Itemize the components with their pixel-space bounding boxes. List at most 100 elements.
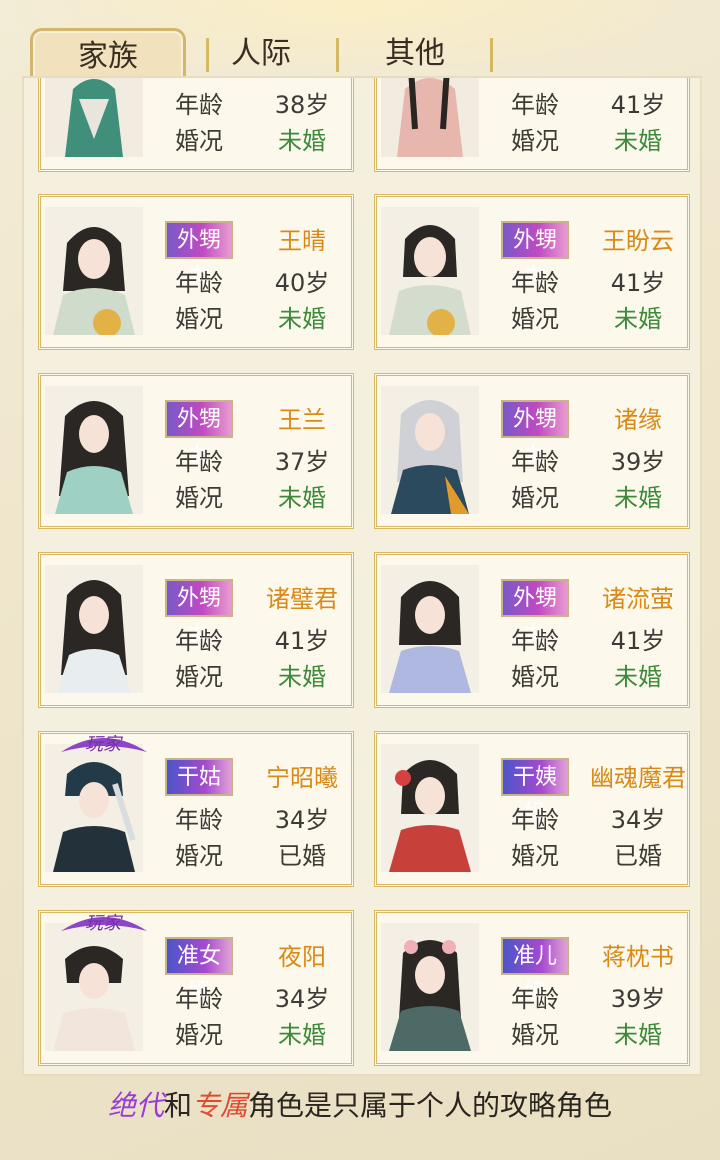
marital-label: 婚况: [175, 663, 223, 691]
character-name: 王盼云: [602, 227, 674, 255]
marital-value: 未婚: [614, 127, 662, 155]
character-portrait: [381, 78, 479, 157]
tab-relations[interactable]: 人际: [186, 28, 336, 76]
footer-text: 角色是只属于个人的攻略角色: [248, 1089, 613, 1122]
character-portrait: [45, 923, 143, 1051]
marital-value: 未婚: [278, 484, 326, 512]
character-card[interactable]: 年龄 38岁 婚况 未婚: [38, 78, 354, 172]
marital-label: 婚况: [511, 663, 559, 691]
marital-value: 未婚: [278, 127, 326, 155]
relation-tag: 准女婿: [165, 937, 233, 1005]
player-badge: 玩家: [59, 730, 149, 760]
marital-label: 婚况: [175, 484, 223, 512]
character-name: 王晴: [278, 227, 326, 255]
tab-other[interactable]: 其他: [340, 28, 490, 76]
marital-label: 婚况: [511, 127, 559, 155]
age-label: 年龄: [511, 269, 559, 297]
age-value: 41岁: [610, 269, 666, 297]
character-card[interactable]: 外甥女 诸璧君 年龄 41岁 婚况 未婚: [38, 552, 354, 708]
age-value: 41岁: [610, 627, 666, 655]
character-portrait: [381, 386, 479, 514]
age-value: 34岁: [274, 985, 330, 1013]
character-card[interactable]: 玩家 干姑 宁昭曦 年龄 34岁 婚况 已婚: [38, 731, 354, 887]
relation-tag: 外甥女: [165, 221, 233, 289]
relation-tag: 干姑: [165, 758, 233, 796]
relation-tag: 外甥女: [501, 579, 569, 647]
marital-value: 未婚: [614, 1021, 662, 1049]
player-badge: 玩家: [59, 909, 149, 939]
age-value: 38岁: [274, 91, 330, 119]
character-card[interactable]: 外甥女 王盼云 年龄 41岁 婚况 未婚: [374, 194, 690, 350]
character-card[interactable]: 外甥女 王兰 年龄 37岁 婚况 未婚: [38, 373, 354, 529]
marital-label: 婚况: [511, 305, 559, 333]
tab-family[interactable]: 家族: [30, 28, 186, 79]
age-label: 年龄: [511, 627, 559, 655]
tab-divider: [490, 38, 493, 72]
character-name: 宁昭曦: [266, 764, 338, 792]
relation-tag: 外甥女: [165, 579, 233, 647]
age-value: 37岁: [274, 448, 330, 476]
age-label: 年龄: [511, 806, 559, 834]
character-name: 诸缘: [614, 406, 662, 434]
footer-and: 和: [163, 1089, 192, 1122]
footer-note: 绝代和专属角色是只属于个人的攻略角色: [0, 1082, 720, 1130]
marital-label: 婚况: [175, 127, 223, 155]
age-label: 年龄: [175, 448, 223, 476]
character-name: 蒋枕书: [602, 943, 674, 971]
character-card[interactable]: 外甥女 诸缘 年龄 39岁 婚况 未婚: [374, 373, 690, 529]
marital-value: 已婚: [614, 842, 662, 870]
character-card[interactable]: 干姨妈 幽魂魔君 年龄 34岁 婚况 已婚: [374, 731, 690, 887]
marital-label: 婚况: [511, 1021, 559, 1049]
character-name: 幽魂魔君: [590, 764, 686, 792]
tab-bar: 家族 人际 其他: [24, 28, 696, 80]
relation-tag: 外甥女: [165, 400, 233, 468]
marital-value: 已婚: [278, 842, 326, 870]
character-portrait: [45, 78, 143, 157]
character-portrait: [381, 207, 479, 335]
character-card[interactable]: 外甥女 诸流萤 年龄 41岁 婚况 未婚: [374, 552, 690, 708]
age-value: 40岁: [274, 269, 330, 297]
character-card[interactable]: 玩家 准女婿 夜阳 年龄 34岁 婚况 未婚: [38, 910, 354, 1066]
age-label: 年龄: [511, 448, 559, 476]
character-card[interactable]: 外甥女 王晴 年龄 40岁 婚况 未婚: [38, 194, 354, 350]
footer-exclusive: 专属: [192, 1089, 249, 1122]
character-portrait: [381, 565, 479, 693]
age-value: 41岁: [274, 627, 330, 655]
age-label: 年龄: [511, 91, 559, 119]
character-name: 诸璧君: [266, 585, 338, 613]
character-list-panel[interactable]: 年龄 38岁 婚况 未婚 年龄 41岁 婚况 未婚 外甥女 王晴 年龄 40岁 …: [22, 76, 702, 1076]
age-value: 39岁: [610, 448, 666, 476]
character-portrait: [381, 923, 479, 1051]
age-label: 年龄: [511, 985, 559, 1013]
character-name: 诸流萤: [602, 585, 674, 613]
character-portrait: [45, 565, 143, 693]
age-label: 年龄: [175, 985, 223, 1013]
character-portrait: [381, 744, 479, 872]
age-label: 年龄: [175, 806, 223, 834]
character-name: 王兰: [278, 406, 326, 434]
marital-value: 未婚: [278, 305, 326, 333]
footer-peerless: 绝代: [107, 1089, 164, 1122]
marital-label: 婚况: [511, 842, 559, 870]
age-value: 41岁: [610, 91, 666, 119]
tab-divider: [336, 38, 339, 72]
age-value: 34岁: [610, 806, 666, 834]
relation-tag: 准儿媳: [501, 937, 569, 1005]
marital-label: 婚况: [175, 842, 223, 870]
character-portrait: [45, 207, 143, 335]
marital-label: 婚况: [175, 305, 223, 333]
age-value: 34岁: [274, 806, 330, 834]
relation-tag: 干姨妈: [501, 758, 569, 826]
age-label: 年龄: [175, 91, 223, 119]
age-value: 39岁: [610, 985, 666, 1013]
marital-label: 婚况: [511, 484, 559, 512]
character-card[interactable]: 年龄 41岁 婚况 未婚: [374, 78, 690, 172]
marital-value: 未婚: [278, 663, 326, 691]
marital-value: 未婚: [278, 1021, 326, 1049]
character-card[interactable]: 准儿媳 蒋枕书 年龄 39岁 婚况 未婚: [374, 910, 690, 1066]
age-label: 年龄: [175, 269, 223, 297]
relation-tag: 外甥女: [501, 400, 569, 468]
character-portrait: [45, 744, 143, 872]
marital-label: 婚况: [175, 1021, 223, 1049]
character-portrait: [45, 386, 143, 514]
